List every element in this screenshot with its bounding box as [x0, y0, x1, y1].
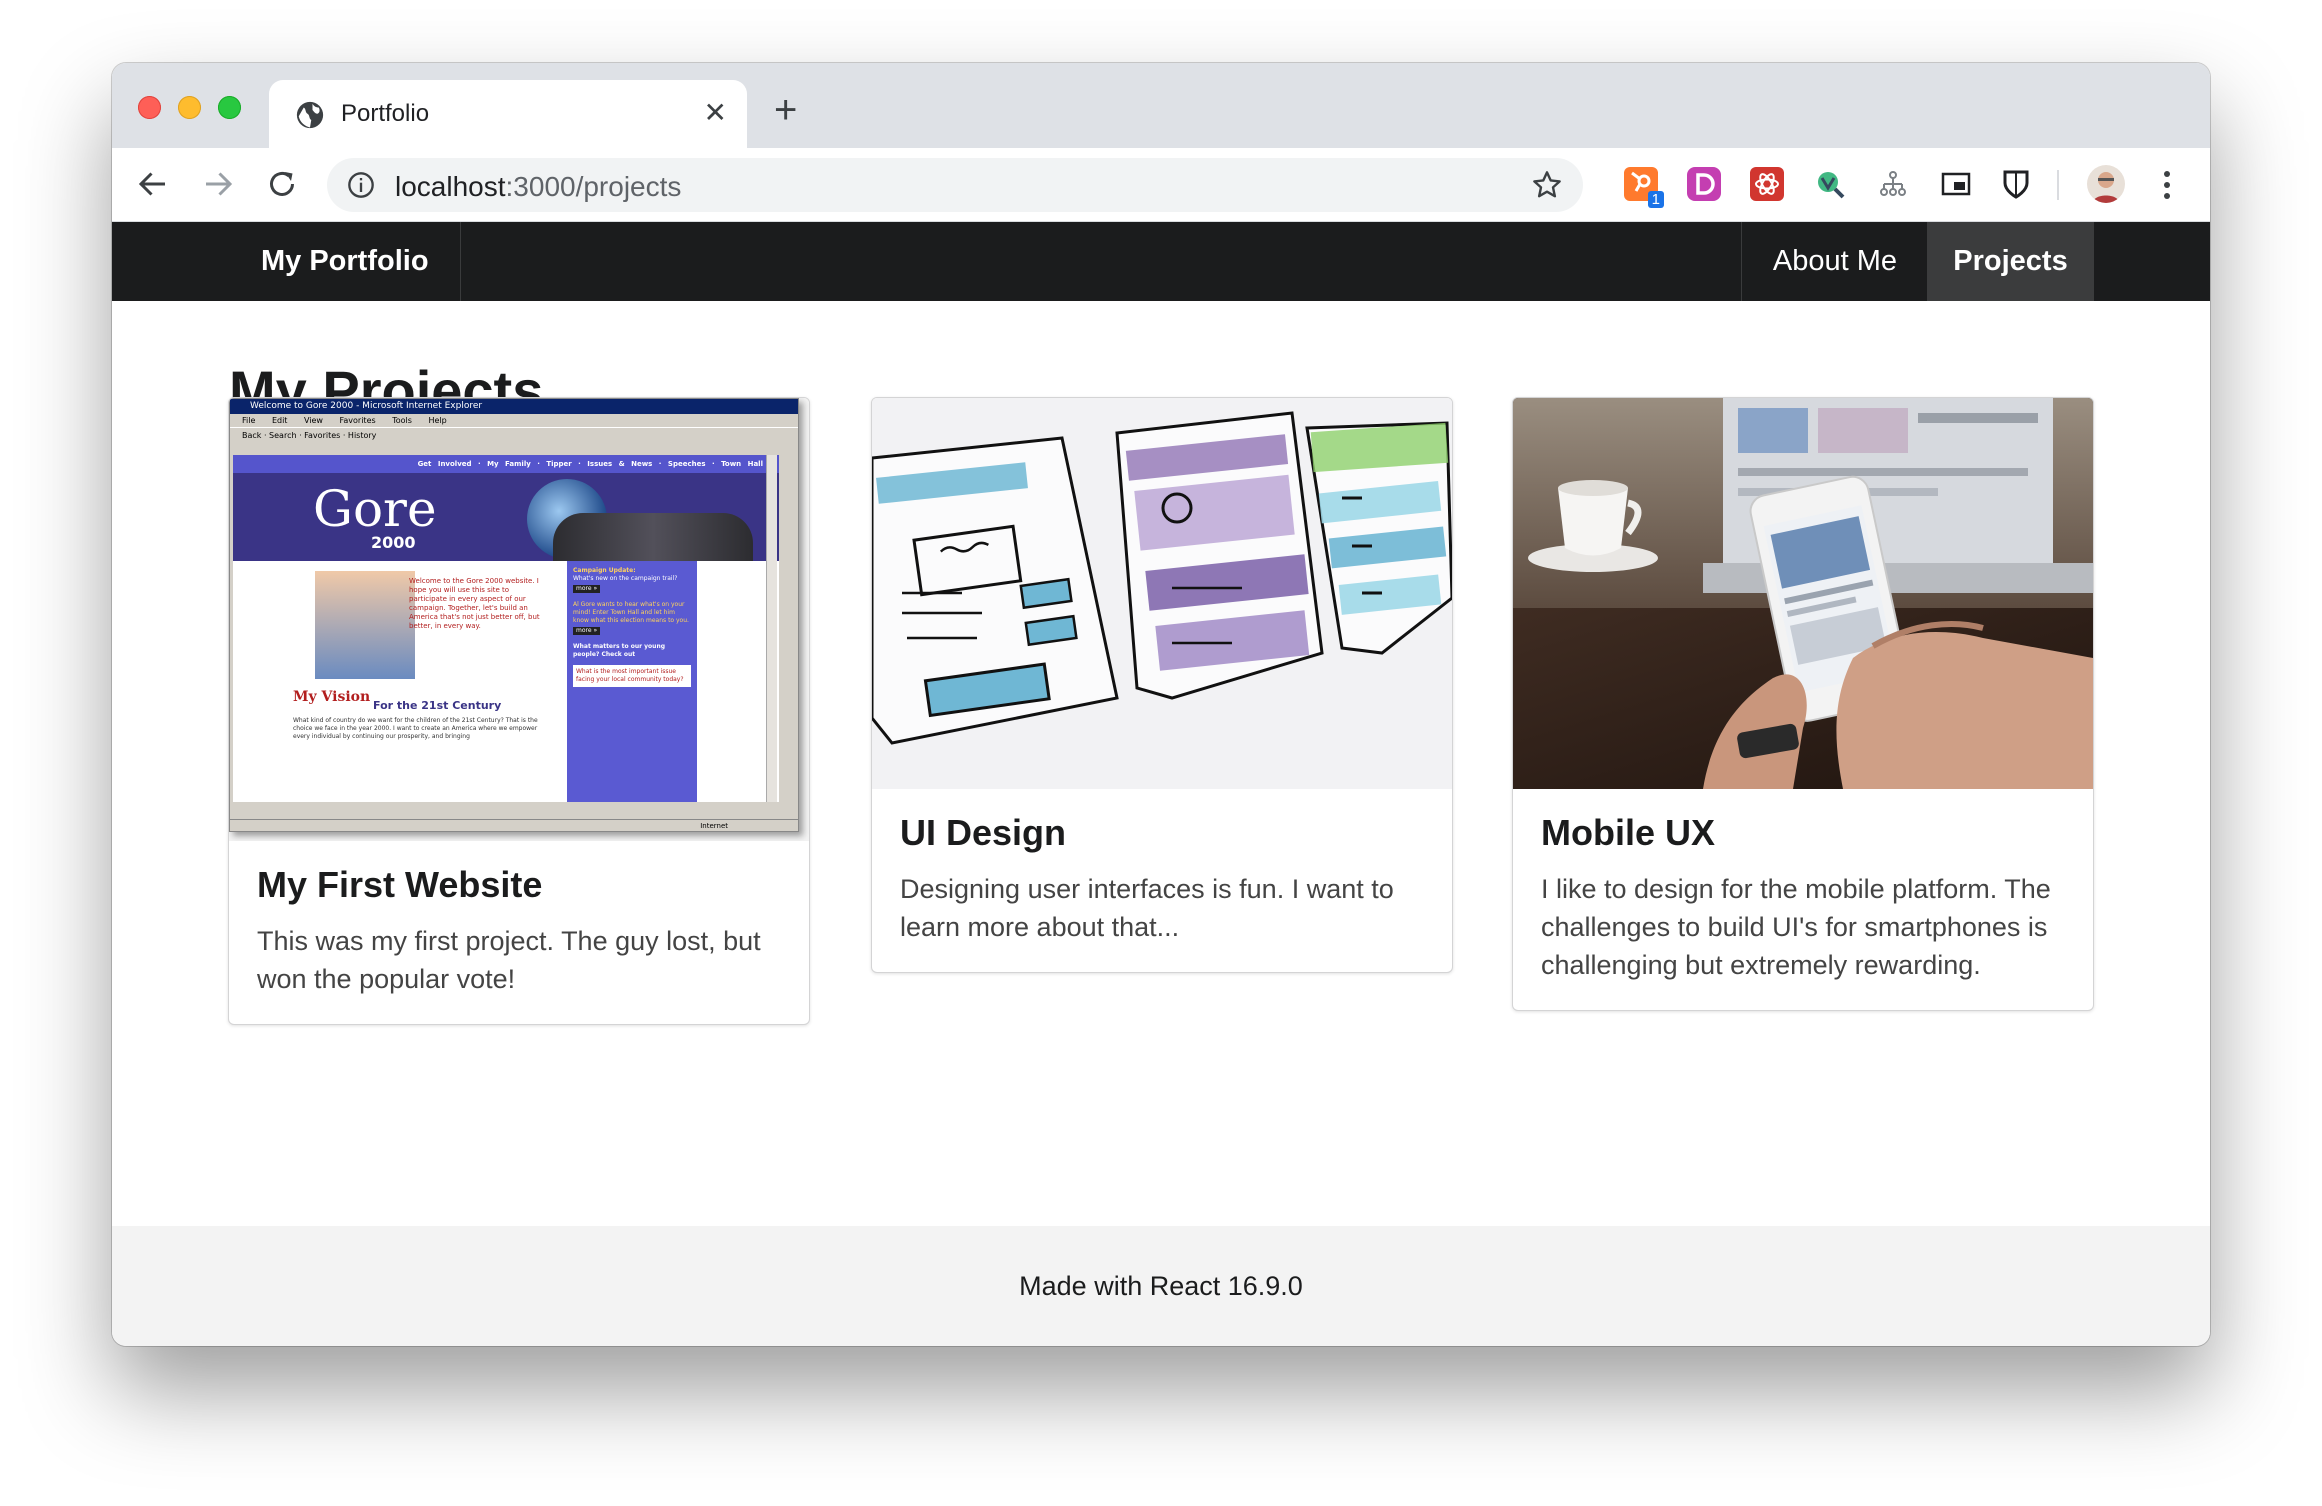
globe-icon — [296, 101, 324, 129]
browser-toolbar: localhost:3000/projects 1 — [112, 148, 2210, 222]
minimize-window-button[interactable] — [178, 96, 201, 119]
gore-site: Get Involved · My Family · Tipper · Issu… — [233, 455, 779, 802]
site-footer: Made with React 16.9.0 — [112, 1226, 2210, 1346]
ie-scrollbar[interactable] — [766, 455, 777, 802]
extension-badge: 1 — [1647, 191, 1664, 208]
tab-title: Portfolio — [341, 100, 430, 127]
gore-sidebar: Campaign Update: What's new on the campa… — [567, 561, 697, 802]
site-navbar: My Portfolio About Me Projects — [112, 222, 2210, 301]
react-devtools-extension-icon[interactable] — [1750, 167, 1784, 201]
card-description: Designing user interfaces is fun. I want… — [900, 874, 1394, 943]
card-title: UI Design — [900, 812, 1067, 853]
ie-toolbar: Back · Search · Favorites · History — [230, 427, 798, 444]
gore-vision-body: What kind of country do we want for the … — [293, 717, 538, 740]
gore-2000-screenshot-image: Welcome to Gore 2000 - Microsoft Interne… — [229, 398, 809, 841]
forward-arrow-icon[interactable] — [200, 166, 236, 202]
new-tab-icon[interactable]: + — [774, 90, 797, 130]
gore-vision-heading: My Vision — [293, 689, 371, 705]
profile-avatar[interactable] — [2087, 165, 2125, 203]
url-text: localhost:3000/projects — [395, 171, 682, 202]
crowd-photo — [553, 513, 753, 561]
gore-main-column: Welcome to the Gore 2000 website. I hope… — [233, 561, 549, 802]
tab-close-icon[interactable]: ✕ — [704, 96, 727, 129]
ie-title-bar: Welcome to Gore 2000 - Microsoft Interne… — [230, 399, 798, 414]
browser-tab[interactable]: Portfolio ✕ — [269, 80, 747, 148]
maximize-window-button[interactable] — [218, 96, 241, 119]
gore-photo — [315, 571, 415, 679]
mobile-ux-photo-image — [1513, 398, 2093, 789]
project-card-mobile-ux[interactable]: Mobile UX I like to design for the mobil… — [1512, 397, 2094, 1012]
toolbar-separator — [2057, 170, 2059, 200]
card-body: UI Design Designing user interfaces is f… — [872, 789, 1452, 972]
card-description: I like to design for the mobile platform… — [1541, 874, 2051, 981]
back-arrow-icon[interactable] — [135, 166, 171, 202]
vue-search-extension-icon[interactable] — [1813, 167, 1847, 201]
gore-welcome-text: Welcome to the Gore 2000 website. I hope… — [409, 577, 540, 630]
brand-link[interactable]: My Portfolio — [230, 222, 461, 301]
address-bar[interactable]: localhost:3000/projects — [327, 158, 1583, 212]
gore-vision-sub: For the 21st Century — [373, 699, 502, 712]
shield-icon[interactable] — [1999, 167, 2033, 201]
d-extension-icon[interactable] — [1687, 167, 1721, 201]
gore-site-nav: Get Involved · My Family · Tipper · Issu… — [233, 455, 779, 473]
close-window-button[interactable] — [138, 96, 161, 119]
card-description: This was my first project. The guy lost,… — [257, 926, 761, 995]
card-title: Mobile UX — [1541, 812, 1716, 853]
picture-in-picture-icon[interactable] — [1939, 167, 1973, 201]
card-body: My First Website This was my first proje… — [229, 841, 809, 1024]
ie-status-bar: Internet — [230, 819, 798, 831]
gore-banner: Gore 2000 — [233, 473, 779, 561]
browser-window: Portfolio ✕ + localhost:3000/projects 1 … — [112, 63, 2210, 1346]
hubspot-extension-icon[interactable]: 1 — [1624, 167, 1664, 208]
tab-strip: Portfolio ✕ + — [112, 63, 2210, 148]
sitemap-extension-icon[interactable] — [1876, 167, 1910, 201]
project-card-ui-design[interactable]: UI Design Designing user interfaces is f… — [871, 397, 1453, 974]
nav-projects[interactable]: Projects — [1927, 222, 2094, 301]
wireframe-sketch — [872, 398, 1452, 789]
nav-about-me[interactable]: About Me — [1741, 222, 1928, 301]
bookmark-star-icon[interactable] — [1531, 169, 1563, 201]
gore-logo-year: 2000 — [371, 533, 416, 552]
reload-icon[interactable] — [264, 166, 300, 202]
card-body: Mobile UX I like to design for the mobil… — [1513, 789, 2093, 1010]
ui-design-sketch-image — [872, 398, 1452, 789]
phone-in-hands-photo — [1513, 398, 2093, 789]
ie-menu-bar: File Edit View Favorites Tools Help — [242, 416, 447, 425]
project-card-my-first-website[interactable]: Welcome to Gore 2000 - Microsoft Interne… — [228, 397, 810, 1026]
footer-text: Made with React 16.9.0 — [1019, 1271, 1303, 1301]
card-title: My First Website — [257, 864, 543, 905]
gore-logo: Gore — [313, 480, 437, 538]
more-vert-icon[interactable] — [2162, 168, 2172, 202]
info-icon[interactable] — [347, 171, 375, 199]
